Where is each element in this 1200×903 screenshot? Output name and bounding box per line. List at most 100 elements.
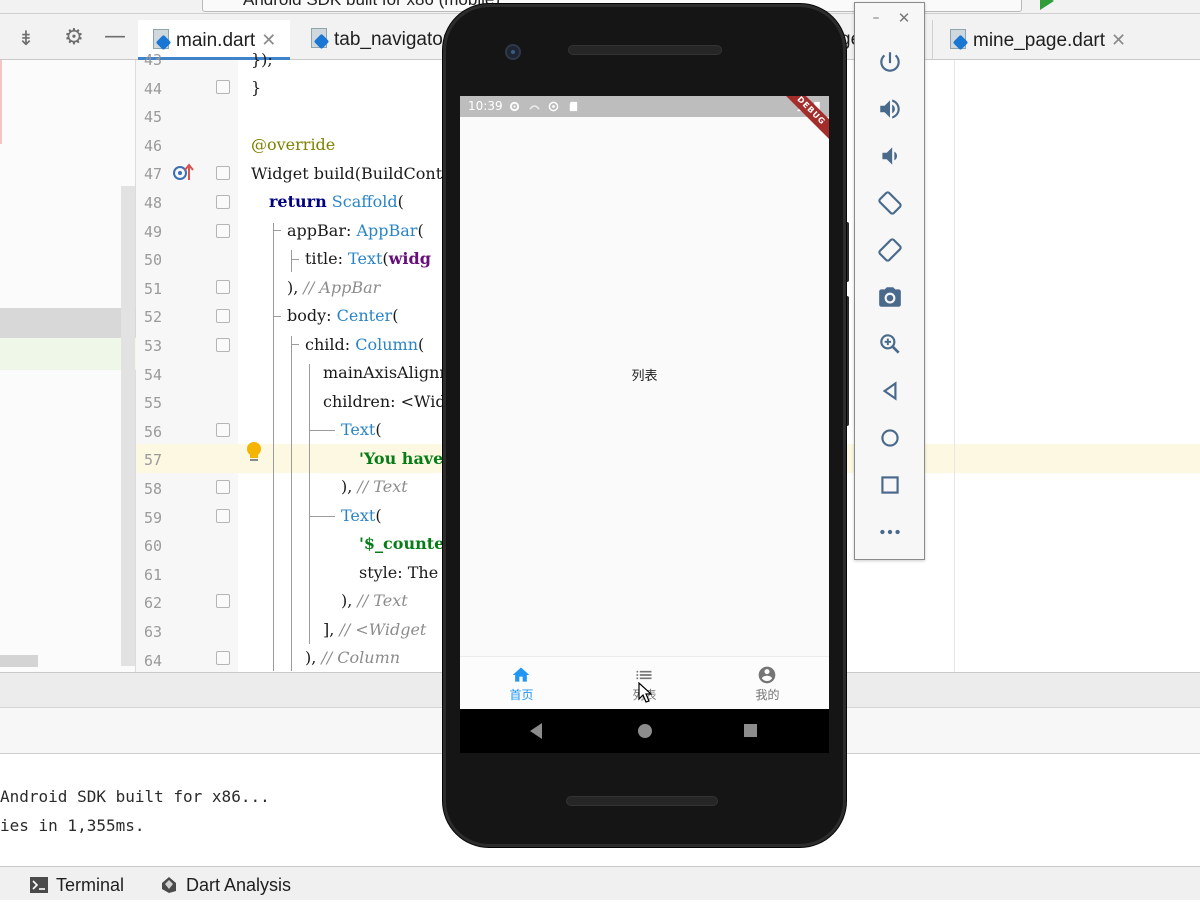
home-icon	[881, 429, 899, 447]
line-number: 43	[143, 51, 162, 69]
line-number: 63	[143, 623, 162, 641]
gear-icon[interactable]: ⚙	[62, 26, 86, 50]
fold-marker[interactable]	[216, 338, 230, 352]
line-number: 64	[143, 651, 162, 670]
line-number: 53	[143, 337, 162, 355]
lightbulb-icon[interactable]	[245, 440, 263, 464]
tool-window-bar: Terminal Dart Analysis	[0, 866, 1200, 900]
front-camera	[505, 44, 521, 60]
window-minimize-button[interactable]: –	[869, 11, 883, 25]
terminal-button[interactable]: Terminal	[30, 867, 124, 901]
tab-tab-navigator[interactable]: tab_navigator	[298, 20, 448, 60]
recents-icon[interactable]	[744, 724, 757, 737]
fold-marker[interactable]	[216, 423, 230, 437]
close-icon[interactable]: ✕	[1111, 30, 1126, 50]
status-time: 10:39	[468, 99, 503, 113]
volume-down-icon	[882, 147, 898, 165]
indent-guide	[273, 223, 274, 671]
fold-marker[interactable]	[216, 509, 230, 523]
tab-label: tab_navigator	[334, 29, 448, 50]
overview-button[interactable]	[877, 472, 903, 498]
project-scrollbar[interactable]	[121, 186, 135, 666]
line-number: 49	[143, 222, 162, 241]
phone-screen[interactable]: 10:39 DEBUG 列表 首页 列表 我的	[460, 96, 829, 709]
zoom-button[interactable]	[877, 331, 903, 357]
rotate-left-icon	[878, 191, 902, 215]
back-icon[interactable]	[530, 723, 542, 739]
terminal-label: Terminal	[56, 875, 125, 895]
back-button[interactable]	[877, 378, 903, 404]
code-line: Text(	[341, 420, 382, 439]
nav-label-home: 首页	[509, 688, 534, 702]
line-number: 55	[143, 394, 162, 413]
rotate-right-button[interactable]	[877, 237, 903, 263]
nav-item-mine[interactable]: 我的	[706, 657, 829, 709]
project-selected-row[interactable]	[0, 308, 136, 338]
code-line: }	[251, 78, 262, 97]
code-line: Text(	[341, 506, 382, 525]
minimize-icon[interactable]: —	[104, 26, 126, 50]
overview-icon	[881, 476, 899, 494]
indent-guide	[309, 430, 335, 431]
home-circle-icon[interactable]	[638, 724, 652, 738]
panel-marker	[0, 60, 2, 144]
tab-mine-page[interactable]: mine_page.dart ✕	[932, 20, 1142, 60]
override-method-icon[interactable]	[172, 162, 194, 184]
fold-marker[interactable]	[216, 80, 230, 94]
code-line: children: <Wid	[323, 392, 445, 411]
fold-marker[interactable]	[216, 195, 230, 209]
line-number: 52	[143, 308, 162, 327]
console-line: Android SDK built for x86...	[0, 787, 270, 806]
code-line: body: Center(	[287, 306, 399, 325]
fold-marker[interactable]	[216, 224, 230, 238]
fold-marker[interactable]	[216, 280, 230, 294]
code-line: appBar: AppBar(	[287, 221, 424, 240]
line-number: 45	[143, 108, 162, 127]
run-icon[interactable]	[1040, 0, 1054, 10]
sd-card-icon	[569, 101, 578, 112]
line-number: 46	[143, 136, 162, 155]
code-line: mainAxisAlignm	[323, 363, 445, 382]
mouse-cursor-icon	[638, 682, 653, 703]
signal-dots-icon	[529, 105, 540, 110]
dart-analysis-label: Dart Analysis	[186, 875, 292, 895]
code-line: @override	[251, 135, 336, 154]
power-button[interactable]	[877, 49, 903, 75]
screenshot-button[interactable]	[877, 284, 903, 310]
line-number: 58	[143, 480, 162, 498]
collapse-all-icon[interactable]: ⇟	[14, 26, 38, 50]
home-button[interactable]	[877, 425, 903, 451]
rotate-right-icon	[878, 238, 902, 262]
code-line: 'You have	[359, 449, 444, 468]
line-number: 44	[143, 79, 162, 98]
nav-item-home[interactable]: 首页	[460, 657, 583, 709]
tab-label: mine_page.dart	[973, 30, 1106, 51]
code-line: title: Text(widg	[305, 249, 431, 268]
dart-analysis-button[interactable]: Dart Analysis	[160, 867, 291, 901]
fold-marker[interactable]	[216, 594, 230, 608]
indent-guide	[291, 250, 292, 272]
power-icon	[880, 52, 900, 72]
project-hscrollbar[interactable]	[0, 655, 38, 667]
home-icon	[512, 667, 530, 682]
console-line: ies in 1,355ms.	[0, 816, 145, 835]
window-close-button[interactable]: ✕	[897, 11, 911, 26]
android-status-bar: 10:39	[460, 96, 829, 117]
tab-label: main.dart	[176, 30, 256, 51]
volume-down-button[interactable]	[877, 143, 903, 169]
line-number: 62	[143, 594, 162, 613]
project-changed-row[interactable]	[0, 338, 136, 370]
account-circle-icon	[758, 666, 776, 684]
indent-guide	[291, 259, 299, 260]
fold-marker[interactable]	[216, 480, 230, 494]
code-line: ), // AppBar	[287, 278, 381, 297]
line-number: 54	[143, 365, 162, 384]
indent-guide	[291, 344, 299, 345]
rotate-left-button[interactable]	[877, 190, 903, 216]
fold-marker[interactable]	[216, 166, 230, 180]
nav-label-mine: 我的	[755, 688, 780, 702]
fold-marker[interactable]	[216, 651, 230, 665]
volume-up-button[interactable]	[877, 96, 903, 122]
fold-marker[interactable]	[216, 309, 230, 323]
more-button[interactable]	[877, 519, 903, 545]
